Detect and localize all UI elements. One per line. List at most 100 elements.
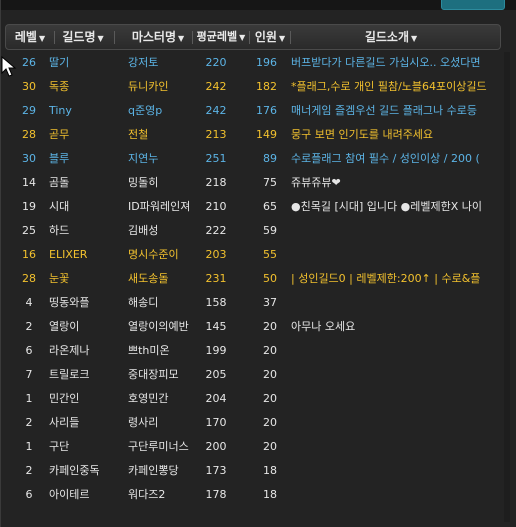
table-row[interactable]: 1 민간인 호영민간 204 20 (1, 388, 516, 410)
cell-avg-level: 200 (205, 440, 227, 453)
table-row[interactable]: 1 구단 구단루미너스 200 20 (1, 436, 516, 458)
header-divider (54, 31, 55, 44)
table-row[interactable]: 7 트릴로크 중대장피모 205 20 (1, 364, 516, 386)
scrollbar[interactable] (504, 52, 510, 522)
table-row[interactable]: 28 눈꽃 새도송돌 231 50 | 성인길드0 | 레벨제한:200↑ | 수로&플 (1, 268, 516, 290)
table-row[interactable]: 2 열랑이 열랑이의예반 145 20 아무나 오세요 (1, 316, 516, 338)
cell-intro (291, 220, 501, 242)
header-guild-name-label: 길드명 (62, 30, 96, 44)
cell-intro (291, 340, 501, 362)
cell-master-name: ID파워레인져 (128, 200, 191, 213)
cell-guild-name: ELIXER (49, 248, 88, 261)
cell-members: 20 (263, 368, 277, 381)
cell-avg-level: 145 (205, 320, 227, 333)
cell-level: 1 (25, 392, 33, 405)
cell-level: 19 (22, 200, 36, 213)
cell-guild-name: 라온제나 (49, 344, 90, 357)
cell-guild-name: 눈꽃 (49, 272, 70, 285)
header-master-name-label: 마스터명 (131, 30, 176, 44)
cell-intro (291, 460, 501, 482)
cell-members: 20 (263, 344, 277, 357)
cell-avg-level: 199 (205, 344, 227, 357)
table-row[interactable]: 30 독종 듀니카인 242 182 *플래그,수로 개인 필참/노블64포이상길드 (1, 76, 516, 98)
cell-master-name: 호영민간 (128, 392, 169, 405)
header-avg-level[interactable]: 평균레벨 ▼ (196, 25, 246, 49)
cell-guild-name: 띵동와플 (49, 296, 90, 309)
cell-intro: 매너게임 즐겜우선 길드 플래그나 수로등 (291, 104, 478, 117)
cell-intro: 아무나 오세요 (291, 320, 356, 333)
table-row[interactable]: 6 라온제나 쁘th미온 199 20 (1, 340, 516, 362)
table-row[interactable]: 26 딸기 강저토 220 196 버프받다가 다른길드 가십시오.. 오셨다면 (1, 52, 516, 74)
header-divider (192, 31, 193, 44)
cell-master-name: 지연누 (128, 152, 159, 165)
cell-avg-level: 218 (205, 176, 227, 189)
header-intro[interactable]: 길드소개 ▼ (356, 25, 426, 49)
cell-members: 75 (263, 176, 277, 189)
cell-level: 6 (25, 344, 33, 357)
header-guild-name[interactable]: 길드명 ▼ (58, 25, 108, 49)
cell-guild-name: 하드 (49, 224, 70, 237)
cell-level: 14 (22, 176, 36, 189)
cell-members: 176 (256, 104, 277, 117)
top-button[interactable] (441, 0, 505, 10)
table-row[interactable]: 2 카페인중독 카페인뽕당 173 18 (1, 460, 516, 482)
cell-members: 20 (263, 320, 277, 333)
cell-guild-name: 사리들 (49, 416, 80, 429)
cell-members: 20 (263, 440, 277, 453)
guild-list-panel: 레벨 ▼ 길드명 ▼ 마스터명 ▼ 평균레벨 ▼ 인원 ▼ 길드소개 ▼ 26 딸기 강저토 22… (0, 0, 516, 527)
table-row[interactable]: 28 곧무 전철 213 149 뭉구 보면 인기도를 내려주세요 (1, 124, 516, 146)
cell-guild-name: 민간인 (49, 392, 80, 405)
cell-members: 196 (256, 56, 277, 69)
cell-intro (291, 412, 501, 434)
cell-avg-level: 204 (205, 392, 227, 405)
cell-members: 37 (263, 296, 277, 309)
cell-guild-name: 딸기 (49, 56, 70, 69)
cell-intro: ●친목길 [시대] 입니다 ●레벨제한X 나이 (291, 200, 482, 213)
cell-intro (291, 484, 501, 506)
cell-members: 89 (263, 152, 277, 165)
sort-arrow-icon: ▼ (239, 33, 246, 42)
cell-members: 18 (263, 464, 277, 477)
table-header: 레벨 ▼ 길드명 ▼ 마스터명 ▼ 평균레벨 ▼ 인원 ▼ 길드소개 ▼ (5, 24, 501, 50)
cell-master-name: 전철 (128, 128, 149, 141)
table-row[interactable]: 25 하드 김배성 222 59 (1, 220, 516, 242)
header-master-name[interactable]: 마스터명 ▼ (128, 25, 188, 49)
cell-level: 7 (25, 368, 33, 381)
header-members[interactable]: 인원 ▼ (252, 25, 288, 49)
cell-members: 149 (256, 128, 277, 141)
cell-intro (291, 244, 501, 266)
sort-arrow-icon: ▼ (97, 34, 104, 43)
table-row[interactable]: 30 블루 지연누 251 89 수로플래그 참여 필수 / 성인이상 / 200 ( (1, 148, 516, 170)
table-row[interactable]: 19 시대 ID파워레인져 210 65 ●친목길 [시대] 입니다 ●레벨제한X 나이 (1, 196, 516, 218)
cell-level: 28 (22, 128, 36, 141)
cell-master-name: q준영p (128, 104, 163, 117)
header-avg-level-label: 평균레벨 (196, 30, 238, 43)
cell-avg-level: 170 (205, 416, 227, 429)
cell-members: 59 (263, 224, 277, 237)
table-row[interactable]: 2 사리들 령사리 170 20 (1, 412, 516, 434)
header-level[interactable]: 레벨 ▼ (10, 25, 50, 49)
cell-guild-name: Tiny (49, 104, 72, 117)
cell-master-name: 밍돌히 (128, 176, 159, 189)
sort-arrow-icon: ▼ (411, 34, 418, 43)
table-row[interactable]: 16 ELIXER 명시수준이 203 55 (1, 244, 516, 266)
cell-intro (291, 436, 501, 458)
table-row[interactable]: 29 Tiny q준영p 242 176 매너게임 즐겜우선 길드 플래그나 수로등 (1, 100, 516, 122)
cell-avg-level: 158 (205, 296, 227, 309)
cell-master-name: 령사리 (128, 416, 159, 429)
cell-level: 6 (25, 488, 33, 501)
cell-intro (291, 388, 501, 410)
cell-avg-level: 178 (205, 488, 227, 501)
cell-master-name: 듀니카인 (128, 80, 169, 93)
cell-guild-name: 구단 (49, 440, 70, 453)
cell-level: 2 (25, 464, 33, 477)
table-row[interactable]: 14 곰돌 밍돌히 218 75 쥬뷰쥬뷰❤ (1, 172, 516, 194)
cell-master-name: 새도송돌 (128, 272, 169, 285)
cell-intro (291, 364, 501, 386)
cell-level: 28 (22, 272, 36, 285)
cell-avg-level: 222 (205, 224, 227, 237)
cell-avg-level: 210 (205, 200, 227, 213)
table-row[interactable]: 4 띵동와플 해송디 158 37 (1, 292, 516, 314)
table-row[interactable]: 6 아이테르 워다즈2 178 18 (1, 484, 516, 506)
cell-intro (291, 292, 501, 314)
